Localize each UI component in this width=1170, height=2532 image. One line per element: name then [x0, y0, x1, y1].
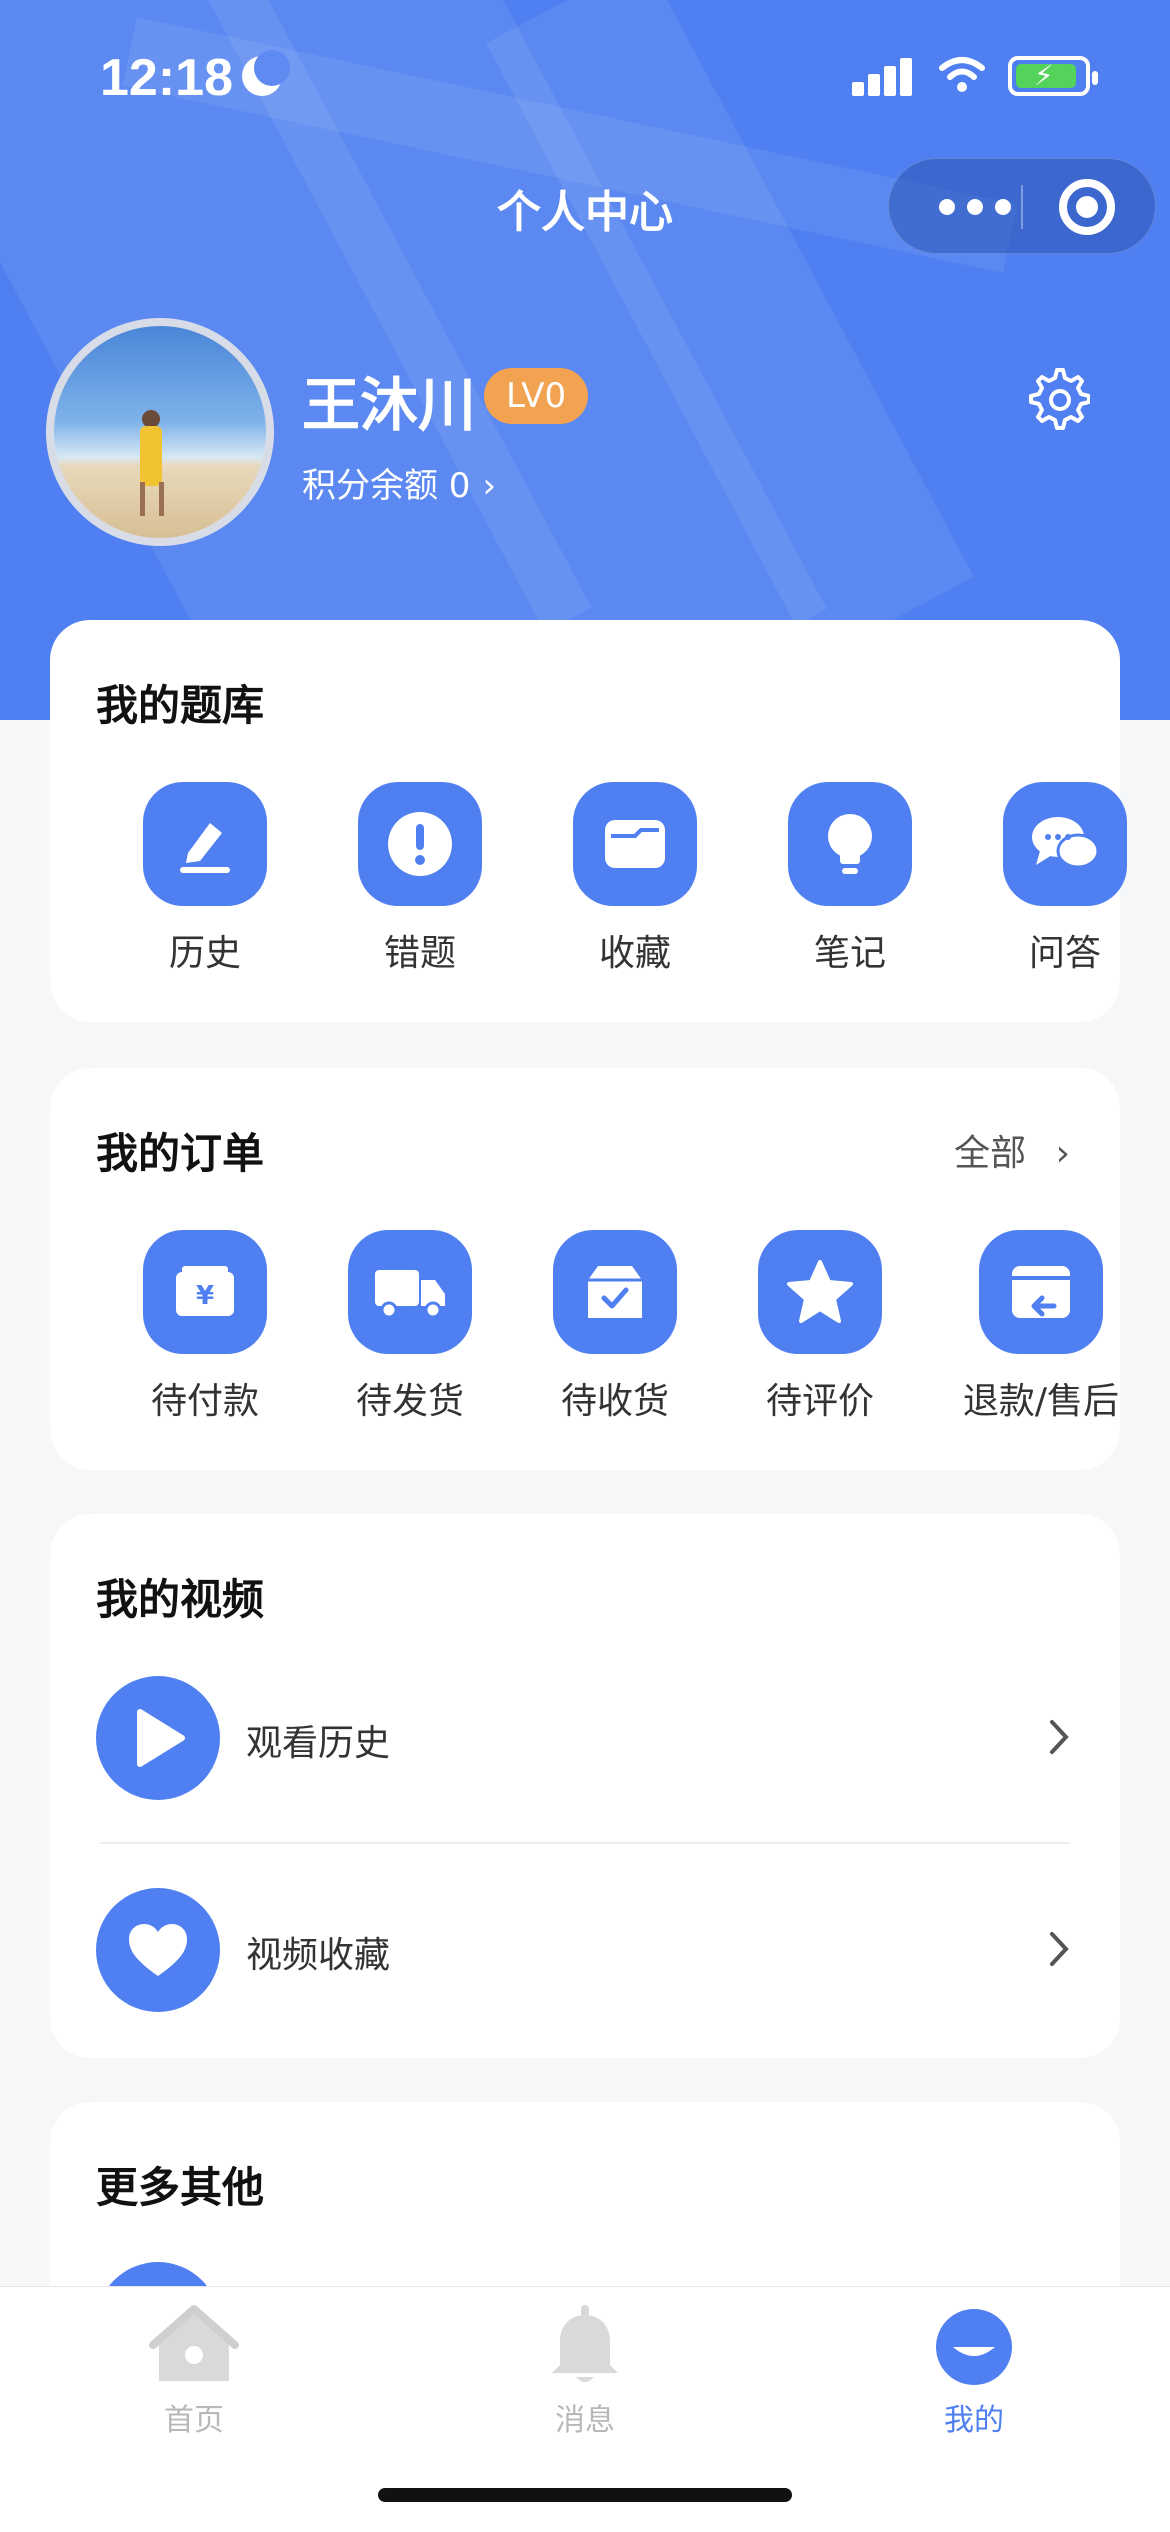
status-bar: 12:18 ⚡ — [0, 0, 1170, 150]
qb-label: 收藏 — [598, 933, 671, 974]
settings-gear-icon[interactable] — [1024, 364, 1090, 430]
qb-item-history[interactable]: 历史 — [105, 782, 305, 976]
video-row-label: 视频收藏 — [246, 1935, 391, 1976]
order-item-refund[interactable]: 退款/售后 — [916, 1230, 1166, 1424]
chat-icon — [1003, 782, 1127, 906]
battery-icon: ⚡ — [1008, 56, 1098, 96]
order-label: 待收货 — [560, 1381, 669, 1422]
svg-text:¥: ¥ — [196, 1281, 214, 1311]
truck-icon — [348, 1230, 472, 1354]
qb-label: 历史 — [168, 933, 241, 974]
orders-all-label: 全部 — [954, 1133, 1027, 1174]
order-item-pending-shipment[interactable]: 待发货 — [310, 1230, 510, 1424]
more-menu-icon[interactable] — [929, 159, 1019, 255]
close-miniprogram-icon[interactable] — [1059, 179, 1115, 235]
home-indicator — [378, 2488, 792, 2502]
tab-home[interactable]: 首页 — [94, 2303, 294, 2439]
exclamation-icon — [358, 782, 482, 906]
order-label: 待发货 — [355, 1381, 464, 1422]
miniprogram-capsule — [888, 158, 1156, 254]
chevron-right-icon — [1050, 1932, 1069, 1966]
orders-card: 我的订单 全部 › ¥ 待付款 待发货 待收货 待评价 退款/售后 — [50, 1068, 1120, 1470]
tab-label: 消息 — [555, 2403, 615, 2438]
qb-item-wrong[interactable]: 错题 — [320, 782, 520, 976]
tab-label: 首页 — [164, 2403, 224, 2438]
refund-icon — [979, 1230, 1103, 1354]
points-balance-label: 积分余额 0 — [302, 466, 471, 506]
tab-mine[interactable]: 我的 — [874, 2303, 1074, 2439]
orders-all-link[interactable]: 全部 › — [954, 1124, 1070, 1176]
question-bank-card: 我的题库 历史 错题 收藏 笔记 问答 — [50, 620, 1127, 1022]
qb-label: 问答 — [1028, 933, 1101, 974]
bell-icon — [552, 2305, 618, 2382]
video-history-row[interactable]: 观看历史 — [50, 1638, 1120, 1838]
folder-icon — [573, 782, 697, 906]
star-icon — [758, 1230, 882, 1354]
chevron-right-icon: › — [1055, 1133, 1070, 1174]
video-favorites-row[interactable]: 视频收藏 — [50, 1850, 1120, 2050]
wifi-icon — [939, 57, 985, 92]
video-row-label: 观看历史 — [246, 1723, 391, 1764]
lightbulb-icon — [788, 782, 912, 906]
qb-item-qa[interactable]: 问答 — [965, 782, 1165, 976]
order-item-pending-receipt[interactable]: 待收货 — [515, 1230, 715, 1424]
orders-title: 我的订单 — [96, 1129, 265, 1178]
order-item-pending-payment[interactable]: ¥ 待付款 — [105, 1230, 305, 1424]
home-icon — [149, 2305, 239, 2381]
more-title: 更多其他 — [96, 2163, 265, 2212]
avatar[interactable] — [46, 318, 274, 546]
tab-label: 我的 — [944, 2403, 1004, 2438]
order-label: 待评价 — [765, 1381, 874, 1422]
divider — [100, 1842, 1070, 1844]
qb-label: 错题 — [383, 933, 456, 974]
qb-item-favorites[interactable]: 收藏 — [535, 782, 735, 976]
capsule-divider — [1021, 185, 1023, 229]
points-balance-link[interactable]: 积分余额 0 › — [302, 458, 496, 507]
order-label: 待付款 — [150, 1381, 259, 1422]
pencil-icon — [143, 782, 267, 906]
tab-messages[interactable]: 消息 — [485, 2303, 685, 2439]
status-time: 12:18 — [100, 49, 233, 107]
username: 王沐川 — [302, 371, 477, 439]
payment-icon: ¥ — [143, 1230, 267, 1354]
order-item-pending-review[interactable]: 待评价 — [720, 1230, 920, 1424]
profile-icon — [936, 2309, 1012, 2385]
chevron-right-icon — [1050, 1720, 1069, 1754]
chevron-right-icon: › — [482, 466, 497, 506]
qb-item-notes[interactable]: 笔记 — [750, 782, 950, 976]
videos-card: 我的视频 观看历史 视频收藏 — [50, 1514, 1120, 2058]
play-icon — [96, 1676, 220, 1800]
question-bank-title: 我的题库 — [96, 681, 265, 730]
heart-icon — [96, 1888, 220, 2012]
videos-title: 我的视频 — [96, 1575, 265, 1624]
order-label: 退款/售后 — [962, 1381, 1120, 1422]
level-badge: LV0 — [484, 368, 589, 424]
signal-icon — [852, 56, 914, 96]
box-check-icon — [553, 1230, 677, 1354]
qb-label: 笔记 — [813, 933, 886, 974]
moon-icon — [242, 50, 290, 96]
